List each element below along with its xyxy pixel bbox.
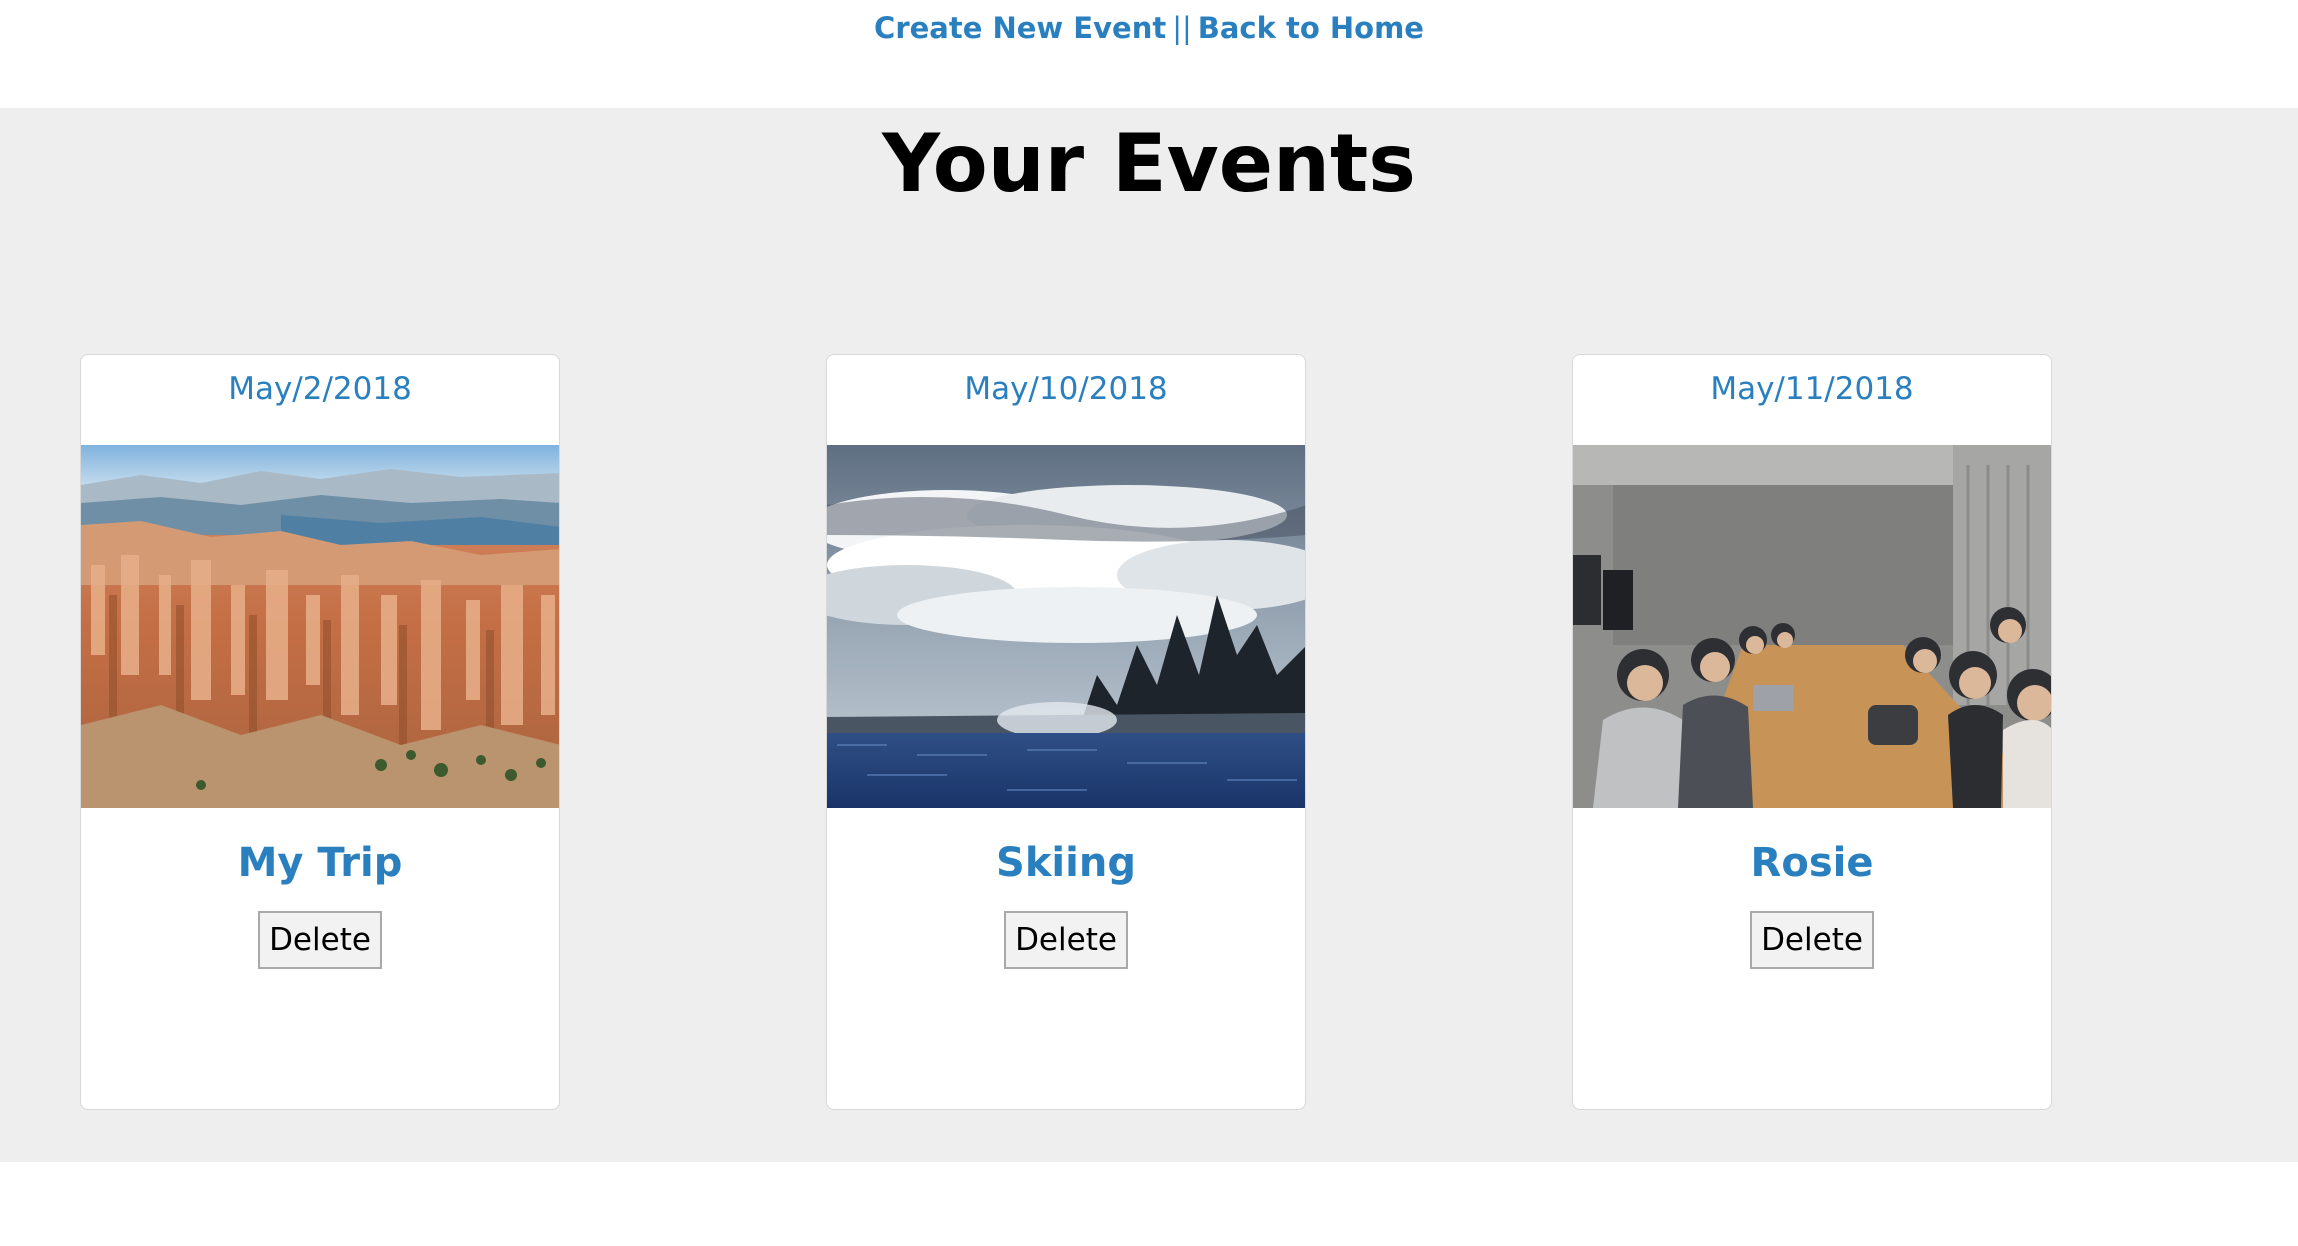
event-card: May/11/2018 Rosie Delete: [1572, 354, 2052, 1110]
nav-links: Create New Event || Back to Home: [0, 8, 2298, 48]
event-date: May/10/2018: [964, 371, 1168, 407]
back-to-home-link[interactable]: Back to Home: [1198, 11, 1424, 45]
top-nav: Create New Event || Back to Home: [0, 0, 2298, 108]
events-section: Your Events May/2/2018 My Trip Delete Ma…: [0, 108, 2298, 1162]
event-name-link[interactable]: Rosie: [1573, 835, 2051, 891]
meeting-photo: [1573, 445, 2051, 808]
nav-separator: ||: [1172, 11, 1192, 45]
delete-button[interactable]: Delete: [258, 911, 382, 969]
event-card: May/2/2018 My Trip Delete: [80, 354, 560, 1110]
event-card: May/10/2018 Skiing Delete: [826, 354, 1306, 1110]
event-image: [81, 445, 559, 808]
event-image: [827, 445, 1305, 808]
delete-button[interactable]: Delete: [1750, 911, 1874, 969]
event-name-link[interactable]: My Trip: [81, 835, 559, 891]
event-image: [1573, 445, 2051, 808]
delete-button[interactable]: Delete: [1004, 911, 1128, 969]
canyon-photo: [81, 445, 559, 808]
event-date: May/11/2018: [1710, 371, 1914, 407]
event-date: May/2/2018: [228, 371, 412, 407]
event-name-link[interactable]: Skiing: [827, 835, 1305, 891]
lake-clouds-photo: [827, 445, 1305, 808]
page-title: Your Events: [882, 117, 1416, 210]
create-new-event-link[interactable]: Create New Event: [874, 11, 1166, 45]
